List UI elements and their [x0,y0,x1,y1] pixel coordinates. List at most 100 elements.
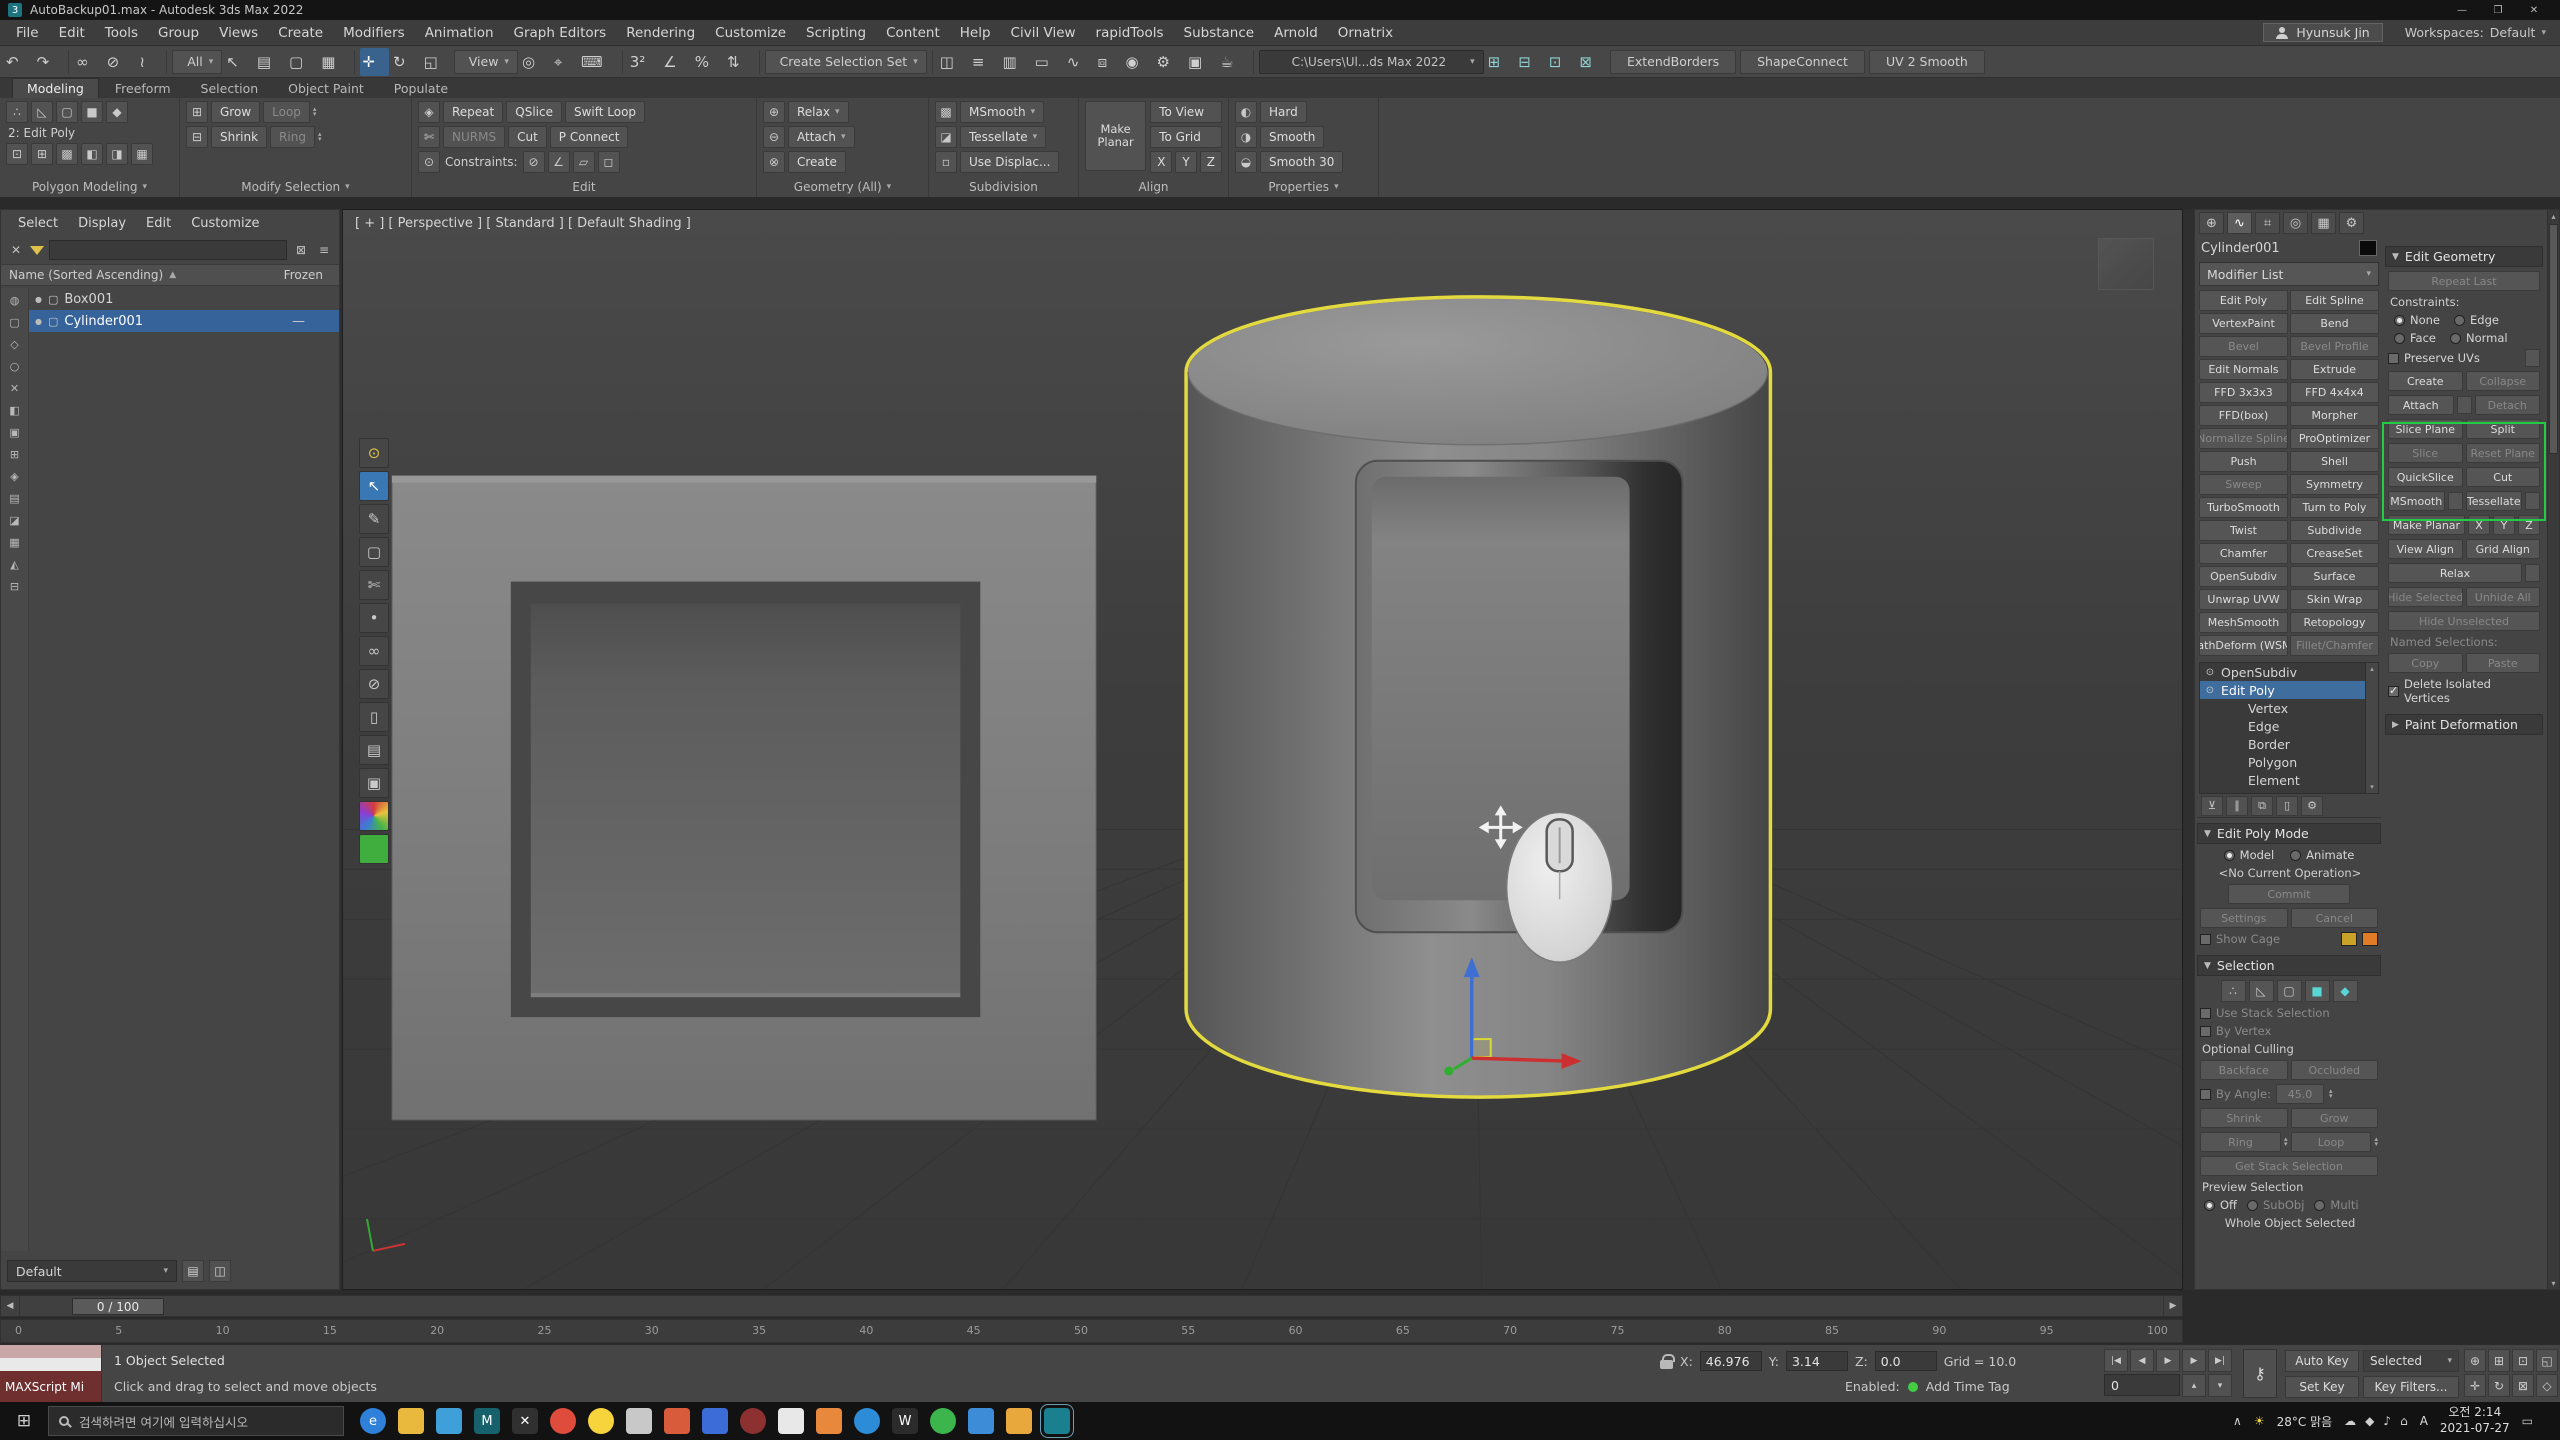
grow-button[interactable]: Grow [211,101,260,123]
subobject-icon[interactable]: ■ [81,101,103,123]
modify-tab-icon[interactable]: ∿ [2227,212,2252,234]
by-vertex-checkbox[interactable] [2200,1026,2211,1037]
shape-connect-button[interactable]: ShapeConnect [1740,50,1865,74]
edge-subobject-icon[interactable]: ◺ [2249,980,2274,1002]
select-object-icon[interactable]: ↖ [224,48,253,76]
angle-spinner[interactable]: ▴▾ [2329,1089,2333,1099]
file-explorer-icon[interactable] [398,1408,424,1434]
explorer-filter-icon[interactable]: ◍ [5,291,25,309]
loop-button[interactable]: Loop [263,101,310,123]
menu-item[interactable]: Ornatrix [1328,23,1403,43]
settings-button[interactable]: Settings [2200,908,2288,928]
configure-modifier-sets-icon[interactable]: ⚙ [2301,796,2323,816]
quickslice-button[interactable]: QuickSlice [2388,467,2463,487]
menu-item[interactable]: Modifiers [333,23,415,43]
constraint-icon[interactable]: ▱ [573,151,595,173]
preview-multi-radio[interactable]: Multi [2314,1198,2358,1212]
zoom-all-icon[interactable]: ⊞ [2488,1349,2510,1372]
toolbar-extra-icon[interactable]: ⊡ [1547,48,1576,76]
repeat-last-button[interactable]: Repeat Last [2388,271,2540,291]
utilities-tab-icon[interactable]: ⚙ [2339,212,2364,234]
key-filters-button[interactable]: Key Filters... [2363,1376,2459,1398]
menu-item[interactable]: Content [876,23,950,43]
edit-icon[interactable]: ⊙ [418,151,440,173]
toolbar-extra-icon[interactable]: ⊞ [1486,48,1515,76]
key-set-dropdown[interactable]: Selected▾ [2363,1350,2459,1372]
commit-button[interactable]: Commit [2228,884,2350,904]
preview-subobj-radio[interactable]: SubObj [2247,1198,2304,1212]
curve-editor-icon[interactable]: ∿ [1065,48,1094,76]
y-coordinate-field[interactable]: 3.14 [1786,1351,1848,1371]
select-and-scale-icon[interactable]: ◱ [422,48,452,76]
render-production-icon[interactable]: ☕ [1218,48,1247,76]
make-planar-button[interactable]: Make Planar [2388,515,2465,535]
explorer-filter-icon[interactable]: ◇ [5,335,25,353]
panel-caption[interactable]: Modify Selection▾ [186,177,405,197]
pencil-icon[interactable]: ✎ [359,504,389,534]
stack-scrollbar[interactable]: ▴▾ [2365,663,2378,793]
subobject-icon[interactable]: ▢ [56,101,78,123]
stack-row[interactable]: Polygon [2200,753,2365,771]
menu-item[interactable]: Substance [1174,23,1265,43]
modifier-button[interactable]: FFD 4x4x4 [2290,382,2379,403]
msmooth-button[interactable]: MSmooth▾ [960,101,1044,123]
modify-selection-icon[interactable]: ⊞ [186,101,208,123]
app-w-icon[interactable]: W [892,1408,918,1434]
edit-icon[interactable]: ◈ [418,101,440,123]
modifier-button[interactable]: Turn to Poly [2290,497,2379,518]
selection-lock-icon[interactable] [1660,1360,1673,1369]
ribbon-tab[interactable]: Modeling [12,78,99,98]
perspective-viewport[interactable]: [ + ] [ Perspective ] [ Standard ] [ Def… [342,209,2183,1290]
separator[interactable] [932,50,933,74]
reference-coordinate-dropdown[interactable]: View▾ [454,50,518,74]
modifier-button[interactable]: Edit Poly [2199,290,2288,311]
ribbon-tab[interactable]: Freeform [101,79,185,98]
menu-item[interactable]: rapidTools [1086,23,1174,43]
copy-button[interactable]: Copy [2388,653,2463,673]
app-blue3-icon[interactable] [968,1408,994,1434]
attach-settings-box[interactable] [2457,396,2472,414]
modifier-button[interactable]: Bevel Profile [2290,336,2379,357]
display-tab-icon[interactable]: ▦ [2311,212,2336,234]
rollout-header[interactable]: ▶Paint Deformation [2385,714,2543,735]
planar-z-button[interactable]: Z [2518,515,2540,535]
enabled-indicator[interactable] [1908,1382,1918,1392]
eye-icon[interactable]: ⊙ [359,438,389,468]
modifier-button[interactable]: FFD(box) [2199,405,2288,426]
model-radio[interactable]: Model [2224,848,2275,862]
modifier-button[interactable]: Extrude [2290,359,2379,380]
zoom-icon[interactable]: ⊕ [2464,1349,2486,1372]
ribbon-tab[interactable]: Selection [187,79,273,98]
menu-item[interactable]: Tools [95,23,148,43]
separator[interactable] [622,50,623,74]
visibility-dot-icon[interactable]: ● [35,295,42,304]
use-displacement-button[interactable]: Use Displac... [960,151,1059,173]
panel-caption[interactable]: Align [1085,177,1222,197]
explorer-filter-icon[interactable]: ◧ [5,401,25,419]
detach-icon[interactable]: ⊘ [359,669,389,699]
make-unique-icon[interactable]: ⧉ [2251,796,2273,816]
p-connect-button[interactable]: P Connect [550,126,629,148]
modifier-button[interactable]: TurboSmooth [2199,497,2288,518]
app-darkred-icon[interactable] [740,1408,766,1434]
zoom-region-icon[interactable]: ◱ [2536,1349,2558,1372]
select-and-manipulate-icon[interactable]: ⌖ [551,48,577,76]
select-cursor-icon[interactable]: ↖ [359,471,389,501]
separator[interactable] [166,50,167,74]
taskbar-search[interactable]: 검색하려면 여기에 입력하십시오 [48,1406,344,1436]
tessellate-button[interactable]: Tessellate▾ [960,126,1046,148]
paste-button[interactable]: Paste [2466,653,2541,673]
3ds-max-icon[interactable]: M [474,1408,500,1434]
time-config-icon[interactable]: ▾ [2208,1374,2232,1397]
extend-borders-button[interactable]: ExtendBorders [1610,50,1736,74]
explorer-filter-icon[interactable]: ✕ [5,379,25,397]
orbit-icon[interactable]: ↻ [2488,1374,2510,1397]
separator[interactable] [759,50,760,74]
uv-smooth-button[interactable]: UV 2 Smooth [1869,50,1985,74]
viewport-label[interactable]: [ + ] [ Perspective ] [ Standard ] [ Def… [355,216,691,231]
minimize-button[interactable]: — [2444,0,2480,20]
z-coordinate-field[interactable]: 0.0 [1875,1351,1937,1371]
relax-button[interactable]: Relax [2388,563,2522,583]
modifier-button[interactable]: ProOptimizer [2290,428,2379,449]
object-color-swatch[interactable] [2359,240,2377,256]
